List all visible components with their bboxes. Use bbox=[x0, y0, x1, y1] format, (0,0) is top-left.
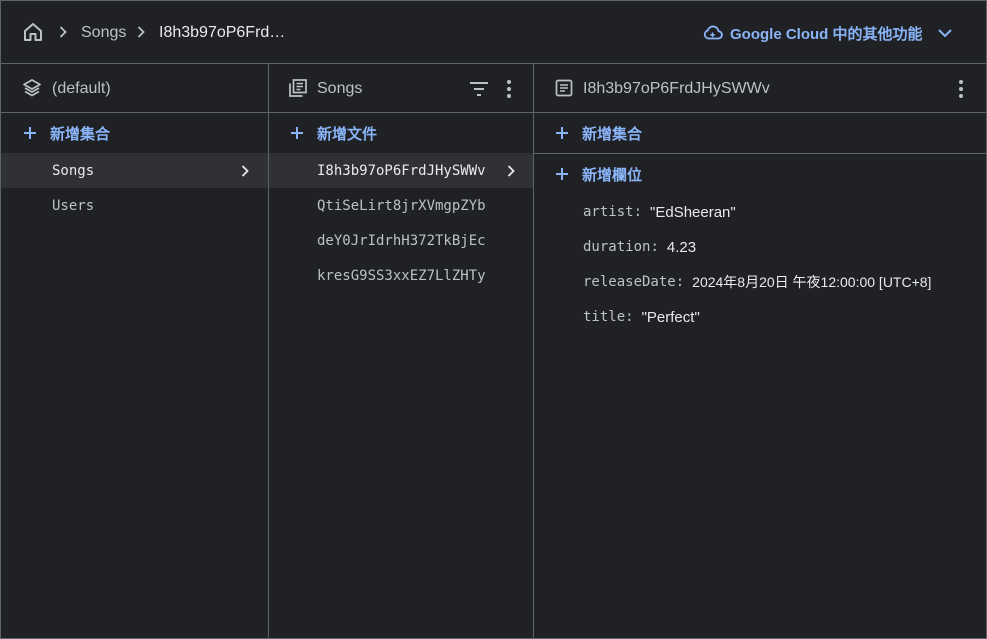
chevron-down-icon bbox=[937, 29, 952, 38]
document-id: deY0JrIdrhH372TkBjEc bbox=[317, 232, 486, 249]
plus-icon bbox=[24, 127, 36, 139]
database-header: (default) bbox=[1, 64, 268, 113]
add-document-button[interactable]: 新增文件 bbox=[269, 113, 533, 153]
filter-icon[interactable] bbox=[467, 77, 491, 101]
add-subcollection-button[interactable]: 新增集合 bbox=[534, 113, 986, 154]
field-row-title[interactable]: title: "Perfect" bbox=[583, 306, 700, 328]
plus-icon bbox=[291, 127, 303, 139]
breadcrumb-bar: Songs I8h3b97oP6Frd… Google Cloud 中的其他功能 bbox=[1, 1, 986, 64]
chevron-right-icon bbox=[59, 26, 67, 38]
document-item[interactable]: QtiSeLirt8jrXVmgpZYb bbox=[269, 188, 533, 223]
document-item[interactable]: I8h3b97oP6FrdJHySWWv bbox=[269, 153, 533, 188]
collection-item-users[interactable]: Users bbox=[1, 188, 268, 223]
document-id: QtiSeLirt8jrXVmgpZYb bbox=[317, 197, 486, 214]
cloud-icon bbox=[703, 25, 723, 40]
document-column: I8h3b97oP6FrdJHySWWv 新增集合 新增欄位 artist: "… bbox=[534, 64, 986, 638]
add-field-label: 新增欄位 bbox=[582, 166, 643, 184]
home-icon[interactable] bbox=[21, 20, 45, 44]
document-id: kresG9SS3xxEZ7LlZHTy bbox=[317, 267, 486, 284]
field-colon: : bbox=[633, 204, 643, 220]
field-value: "Perfect" bbox=[641, 308, 700, 326]
plus-icon bbox=[556, 168, 568, 180]
database-stack-icon bbox=[23, 79, 41, 97]
collection-icon bbox=[289, 79, 307, 97]
field-row-releasedate[interactable]: releaseDate: 2024年8月20日 午夜12:00:00 [UTC+… bbox=[583, 271, 931, 293]
add-collection-button[interactable]: 新增集合 bbox=[1, 113, 268, 153]
google-cloud-more-label: Google Cloud 中的其他功能 bbox=[730, 25, 923, 43]
field-key: releaseDate bbox=[583, 274, 676, 290]
collection-name: Users bbox=[52, 197, 95, 214]
chevron-right-icon bbox=[507, 165, 515, 177]
field-value: 4.23 bbox=[666, 238, 697, 256]
google-cloud-more-button[interactable]: Google Cloud 中的其他功能 bbox=[702, 20, 955, 46]
field-value: 2024年8月20日 午夜12:00:00 [UTC+8] bbox=[692, 274, 932, 290]
document-item[interactable]: deY0JrIdrhH372TkBjEc bbox=[269, 223, 533, 258]
add-document-label: 新增文件 bbox=[317, 125, 378, 143]
collection-name: Songs bbox=[52, 162, 95, 179]
field-row-artist[interactable]: artist: "EdSheeran" bbox=[583, 201, 736, 223]
document-id: I8h3b97oP6FrdJHySWWv bbox=[317, 162, 486, 179]
field-colon: : bbox=[625, 309, 634, 325]
collection-column: Songs 新增文件 I8h3b97oP6FrdJHySWWv QtiSeLir… bbox=[269, 64, 534, 638]
document-item[interactable]: kresG9SS3xxEZ7LlZHTy bbox=[269, 258, 533, 293]
database-title: (default) bbox=[52, 80, 111, 97]
add-subcollection-label: 新增集合 bbox=[582, 125, 643, 143]
plus-icon bbox=[556, 127, 568, 139]
chevron-right-icon bbox=[137, 26, 145, 38]
breadcrumb-document[interactable]: I8h3b97oP6Frd… bbox=[159, 23, 285, 43]
more-vert-icon[interactable] bbox=[497, 77, 521, 101]
add-field-button[interactable]: 新增欄位 bbox=[534, 154, 986, 194]
document-icon bbox=[555, 79, 573, 97]
field-value: "EdSheeran" bbox=[650, 203, 736, 221]
breadcrumb-songs[interactable]: Songs bbox=[81, 23, 126, 43]
more-vert-icon[interactable] bbox=[949, 77, 973, 101]
document-header: I8h3b97oP6FrdJHySWWv bbox=[534, 64, 986, 113]
collection-title: Songs bbox=[317, 80, 363, 97]
database-column: (default) 新增集合 Songs Users bbox=[1, 64, 269, 638]
document-title: I8h3b97oP6FrdJHySWWv bbox=[583, 80, 770, 97]
field-key: duration bbox=[583, 239, 651, 255]
field-colon: : bbox=[650, 239, 659, 255]
add-collection-label: 新增集合 bbox=[50, 125, 111, 143]
field-key: artist bbox=[583, 204, 634, 220]
collection-item-songs[interactable]: Songs bbox=[1, 153, 268, 188]
field-row-duration[interactable]: duration: 4.23 bbox=[583, 236, 696, 258]
field-colon: : bbox=[675, 274, 685, 290]
field-key: title bbox=[583, 309, 626, 325]
collection-header: Songs bbox=[269, 64, 533, 113]
firestore-panel: Songs I8h3b97oP6Frd… Google Cloud 中的其他功能… bbox=[0, 0, 987, 639]
chevron-right-icon bbox=[241, 165, 249, 177]
